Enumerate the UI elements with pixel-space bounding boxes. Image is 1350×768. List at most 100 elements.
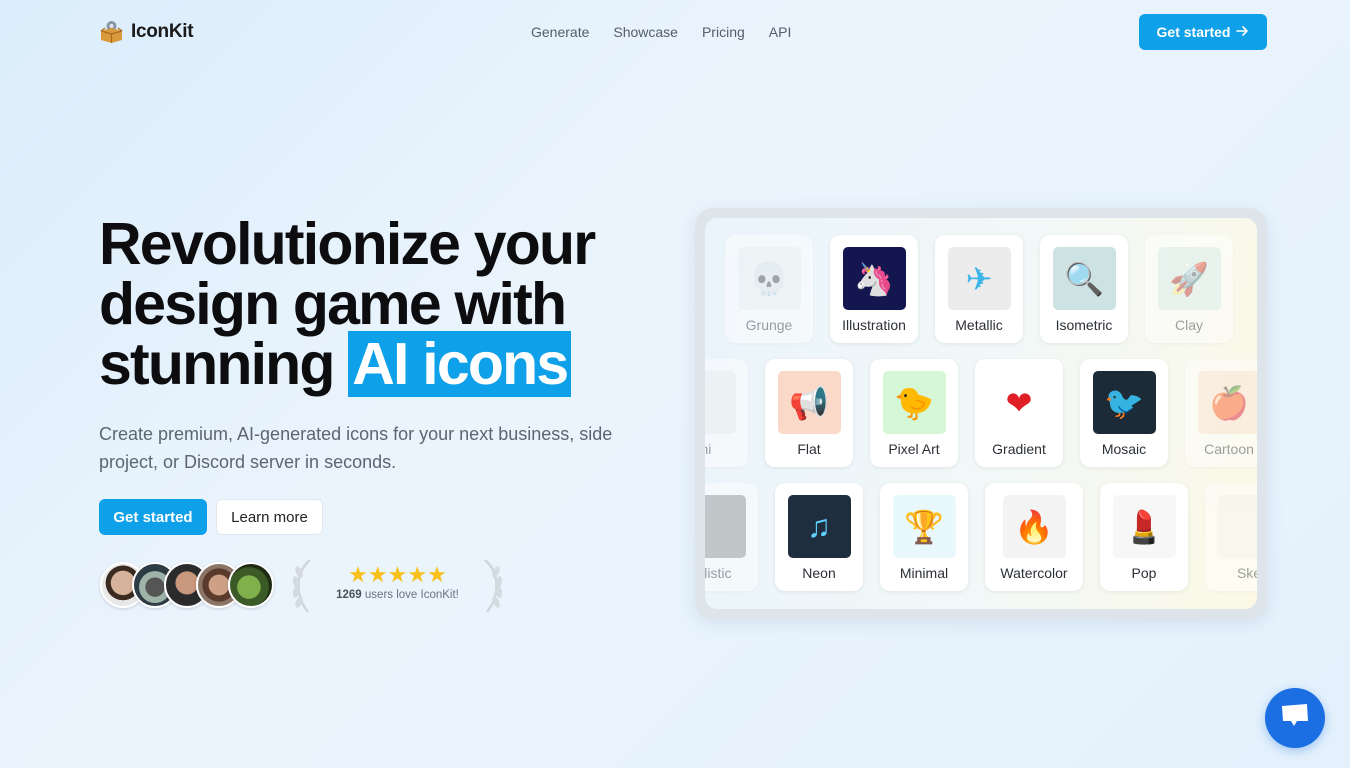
style-card-label: Illustration xyxy=(842,317,906,333)
paper-plane-icon-glyph: ✈ xyxy=(965,260,993,297)
style-card-label: Grunge xyxy=(745,317,793,333)
brand-logo[interactable]: IconKit xyxy=(99,19,194,44)
style-card-sketch[interactable]: Ske xyxy=(1205,483,1257,591)
style-card-label: mi xyxy=(705,441,712,457)
hero-get-started-button[interactable]: Get started xyxy=(99,499,207,535)
origami-icon xyxy=(705,371,736,434)
hero-title-highlight: AI icons xyxy=(348,331,572,397)
rocket-icon-glyph: 🚀 xyxy=(1169,260,1209,297)
style-card-clay[interactable]: 🚀 Clay xyxy=(1145,235,1233,343)
nav-links: Generate Showcase Pricing API xyxy=(531,24,791,40)
user-count-caption: users love IconKit! xyxy=(364,589,459,601)
star-icon: ★ xyxy=(367,562,388,587)
paper-plane-icon: ✈ xyxy=(947,247,1011,310)
style-card-minimal[interactable]: 🏆 Minimal xyxy=(880,483,968,591)
style-card-label: Isometric xyxy=(1055,317,1113,333)
skull-icon: 💀 xyxy=(737,247,801,310)
hero-title: Revolutionize your design game with stun… xyxy=(99,211,679,397)
style-card-label: Ske xyxy=(1236,565,1257,581)
bird-mosaic-icon: 🐦 xyxy=(1092,371,1156,434)
magnifier-icon: 🔍 xyxy=(1052,247,1116,310)
hero-title-line1: Revolutionize your xyxy=(99,211,596,277)
user-avatars xyxy=(100,562,274,608)
style-card-watercolor[interactable]: 🔥 Watercolor xyxy=(985,483,1083,591)
star-rating: ★★★★★ xyxy=(290,564,505,586)
rating-text: 1269 users love IconKit! xyxy=(290,589,505,601)
style-card-label: Mosaic xyxy=(1101,441,1147,457)
star-icon: ★ xyxy=(348,562,368,587)
user-count: 1269 xyxy=(336,589,362,601)
style-card-cartoon[interactable]: 🍎 Cartoon xyxy=(1185,359,1257,467)
style-card-label: alistic xyxy=(705,565,732,581)
style-card-label: Watercolor xyxy=(1000,565,1068,581)
nav-link-api[interactable]: API xyxy=(769,24,792,40)
star-icon: ★ xyxy=(427,562,447,587)
hero-title-line3: stunning xyxy=(99,331,335,397)
brand-name: IconKit xyxy=(131,20,194,42)
nav-link-showcase[interactable]: Showcase xyxy=(613,24,678,40)
star-icon: ★ xyxy=(387,562,408,587)
showcase-carousel: 💀 Grunge 🦄 Illustration ✈ Metallic 🔍 Isometric 🚀… xyxy=(705,218,1257,609)
megaphone-icon-glyph: 📢 xyxy=(789,384,829,421)
style-card-neon[interactable]: ♫ Neon xyxy=(775,483,863,591)
style-card-label: Flat xyxy=(797,441,821,457)
laurel-right-icon xyxy=(479,558,505,614)
style-card-gradient[interactable]: ❤ Gradient xyxy=(975,359,1063,467)
rocket-icon: 🚀 xyxy=(1157,247,1221,310)
star-icon: ★ xyxy=(407,562,428,587)
user-avatar-5 xyxy=(228,562,274,608)
chat-bubble-icon xyxy=(1280,703,1310,734)
lipstick-icon-glyph: 💄 xyxy=(1124,508,1164,545)
style-card-realistic[interactable]: alistic xyxy=(705,483,758,591)
style-card-flat[interactable]: 📢 Flat xyxy=(765,359,853,467)
nav-get-started-button[interactable]: Get started xyxy=(1139,14,1267,50)
flame-icon-glyph: 🔥 xyxy=(1014,508,1054,545)
apple-icon-glyph: 🍎 xyxy=(1209,384,1249,421)
duck-icon-glyph: 🐤 xyxy=(894,384,934,421)
style-card-label: Pop xyxy=(1131,565,1157,581)
music-note-icon-glyph: ♫ xyxy=(807,508,831,544)
lipstick-icon: 💄 xyxy=(1112,495,1176,558)
showcase-row-3: alistic ♫ Neon 🏆 Minimal 🔥 Watercolor 💄 Pop Ske xyxy=(705,483,1257,591)
showcase-row-1: 💀 Grunge 🦄 Illustration ✈ Metallic 🔍 Isometric 🚀… xyxy=(725,235,1233,343)
sketch-icon xyxy=(1217,495,1257,558)
style-card-origami[interactable]: mi xyxy=(705,359,748,467)
heart-icon: ❤ xyxy=(987,371,1051,434)
music-note-icon: ♫ xyxy=(787,495,851,558)
hero-title-line2: design game with xyxy=(99,271,567,337)
style-card-label: Gradient xyxy=(992,441,1046,457)
showcase-row-2: mi 📢 Flat 🐤 Pixel Art ❤ Gradient 🐦 Mosaic 🍎 Cartoo… xyxy=(705,359,1257,467)
nav-get-started-label: Get started xyxy=(1156,24,1231,40)
trophy-icon-glyph: 🏆 xyxy=(904,508,944,545)
apple-icon: 🍎 xyxy=(1197,371,1257,434)
megaphone-icon: 📢 xyxy=(777,371,841,434)
learn-more-button[interactable]: Learn more xyxy=(216,499,323,535)
unicorn-icon-glyph: 🦄 xyxy=(854,260,894,297)
magnifier-icon-glyph: 🔍 xyxy=(1064,260,1104,297)
chat-widget-button[interactable] xyxy=(1265,688,1325,748)
style-card-label: Neon xyxy=(802,565,836,581)
hero-cta-group: Get started Learn more xyxy=(99,499,323,535)
bird-mosaic-icon-glyph: 🐦 xyxy=(1104,384,1144,421)
heart-icon-glyph: ❤ xyxy=(1005,384,1033,421)
style-card-label: Clay xyxy=(1174,317,1203,333)
style-card-label: Pixel Art xyxy=(888,441,940,457)
style-card-mosaic[interactable]: 🐦 Mosaic xyxy=(1080,359,1168,467)
hero-subtitle: Create premium, AI-generated icons for y… xyxy=(99,424,613,472)
style-card-metallic[interactable]: ✈ Metallic xyxy=(935,235,1023,343)
style-card-pop[interactable]: 💄 Pop xyxy=(1100,483,1188,591)
car-icon xyxy=(705,495,746,558)
style-card-grunge[interactable]: 💀 Grunge xyxy=(725,235,813,343)
icon-style-showcase: 💀 Grunge 🦄 Illustration ✈ Metallic 🔍 Isometric 🚀… xyxy=(695,208,1267,619)
style-card-label: Minimal xyxy=(899,565,949,581)
style-card-pixel-art[interactable]: 🐤 Pixel Art xyxy=(870,359,958,467)
box-with-gear-icon xyxy=(99,19,124,44)
rating-badge: ★★★★★ 1269 users love IconKit! xyxy=(290,558,505,616)
skull-icon-glyph: 💀 xyxy=(749,260,789,297)
style-card-illustration[interactable]: 🦄 Illustration xyxy=(830,235,918,343)
style-card-isometric[interactable]: 🔍 Isometric xyxy=(1040,235,1128,343)
top-navigation: IconKit Generate Showcase Pricing API Ge… xyxy=(0,0,1350,64)
nav-link-generate[interactable]: Generate xyxy=(531,24,589,40)
arrow-right-icon xyxy=(1236,24,1249,40)
nav-link-pricing[interactable]: Pricing xyxy=(702,24,745,40)
